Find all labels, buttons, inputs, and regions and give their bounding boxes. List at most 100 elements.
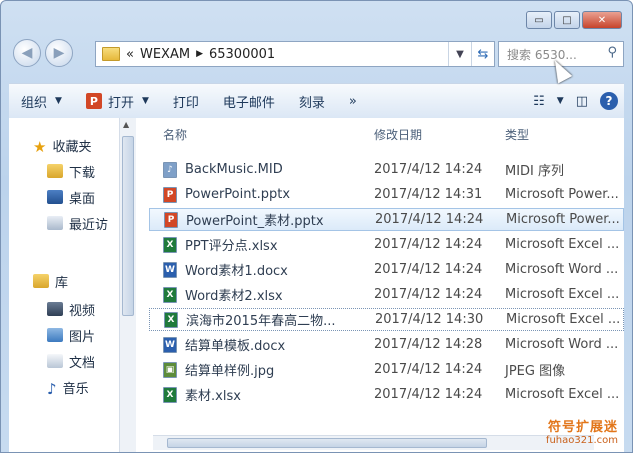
nav-item-library[interactable]: 库 [33,270,68,292]
search-placeholder: 搜索 6530... [507,48,577,62]
forward-button[interactable]: ▶ [45,39,73,67]
burn-button[interactable]: 刻录 [287,84,337,118]
scrollbar-thumb[interactable] [167,438,487,448]
file-name: 滨海市2015年春高二物... [186,314,336,329]
file-type: Microsoft Excel ... [505,237,620,252]
column-date[interactable]: 修改日期 [374,126,422,143]
nav-item-pictures[interactable]: 图片 [47,324,95,346]
file-date: 2017/4/12 14:24 [374,387,483,402]
file-name: PowerPoint.pptx [185,187,291,202]
open-menu[interactable]: P 打开 ▼ [74,84,161,118]
forward-arrow-icon: ▶ [53,45,65,61]
minimize-button[interactable]: ▭ [526,11,552,29]
file-list: 名称 修改日期 类型 ♪ BackMusic.MID 2017/4/12 14:24… [149,118,624,452]
file-row[interactable]: X 素材.xlsx 2017/4/12 14:24 Microsoft Excel .… [149,383,624,406]
help-icon[interactable]: ? [600,92,618,110]
navigation-scrollbar[interactable]: ▲ [119,118,136,452]
print-button[interactable]: 打印 [161,84,211,118]
file-name: Word素材1.docx [185,264,288,279]
file-date: 2017/4/12 14:24 [374,287,483,302]
nav-item-favorites[interactable]: ★ 收藏夹 [33,134,91,156]
file-row[interactable]: P PowerPoint_素材.pptx 2017/4/12 14:24 Micros… [149,208,624,231]
back-button[interactable]: ◀ [13,39,41,67]
breadcrumb-65300001[interactable]: 65300001 [209,47,275,62]
caption-buttons: ▭ □ ✕ [526,11,622,29]
file-row[interactable]: X 滨海市2015年春高二物... 2017/4/12 14:30 Microsoft… [149,308,624,331]
search-icon[interactable]: ⚲ [607,45,617,60]
nav-library-label: 库 [55,275,69,291]
file-type: Microsoft Excel ... [505,387,620,402]
nav-music-label: 音乐 [62,381,89,397]
horizontal-scrollbar[interactable] [153,435,594,450]
jpg-file-icon: ▣ [163,361,177,378]
nav-item-desktop[interactable]: 桌面 [47,186,95,208]
docx-file-icon: W [163,336,177,353]
file-name: 结算单模板.docx [185,339,286,354]
address-dropdown-button[interactable]: ▼ [448,42,471,66]
file-row[interactable]: ▣ 结算单样例.jpg 2017/4/12 14:24 JPEG 图像 [149,358,624,381]
file-type: Microsoft Power... [506,212,620,227]
column-name[interactable]: 名称 [163,126,187,143]
email-button[interactable]: 电子邮件 [211,84,287,118]
content-area: ★ 收藏夹 下载 桌面 最近访 库 视频 图片 文档 ♪ 音乐 ▲ 名称 修改日… [9,118,624,452]
nav-item-music[interactable]: ♪ 音乐 [47,376,89,398]
pptx-file-icon: P [163,186,177,203]
nav-item-recent[interactable]: 最近访 [47,212,108,234]
address-bar[interactable]: « WEXAM ▶ 65300001 ▼ ⇆ [95,41,495,67]
file-row[interactable]: W Word素材1.docx 2017/4/12 14:24 Microsoft Wo… [149,258,624,281]
file-type: MIDI 序列 [505,164,565,179]
organize-menu[interactable]: 组织 ▼ [9,84,74,118]
nav-item-downloads[interactable]: 下载 [47,160,95,182]
open-label: 打开 [107,95,134,111]
file-name: 素材.xlsx [185,389,241,404]
file-date: 2017/4/12 14:24 [375,212,484,227]
file-row[interactable]: W 结算单模板.docx 2017/4/12 14:28 Microsoft Word… [149,333,624,356]
watermark-title: 符号扩展迷 [547,420,618,435]
xlsx-file-icon: X [163,286,177,303]
file-type: JPEG 图像 [505,364,566,379]
navigation-pane: ★ 收藏夹 下载 桌面 最近访 库 视频 图片 文档 ♪ 音乐 [9,118,119,452]
maximize-button[interactable]: □ [554,11,580,29]
breadcrumb-separator-icon: ▶ [196,49,203,59]
close-button[interactable]: ✕ [582,11,622,29]
nav-item-videos[interactable]: 视频 [47,298,95,320]
file-row[interactable]: P PowerPoint.pptx 2017/4/12 14:31 Microsoft… [149,183,624,206]
file-date: 2017/4/12 14:24 [374,237,483,252]
file-row[interactable]: X Word素材2.xlsx 2017/4/12 14:24 Microsoft Ex… [149,283,624,306]
view-options-icon[interactable]: ☷ [533,94,545,109]
xlsx-file-icon: X [163,386,177,403]
file-name: Word素材2.xlsx [185,289,283,304]
command-bar: 组织 ▼ P 打开 ▼ 打印 电子邮件 刻录 » ☷ ▼ ◫ ? [9,83,624,119]
file-type: Microsoft Power... [505,187,619,202]
recent-places-icon [47,216,63,230]
nav-videos-label: 视频 [69,303,96,319]
back-arrow-icon: ◀ [21,45,33,61]
column-headers: 名称 修改日期 类型 [149,122,624,142]
scrollbar-thumb[interactable] [122,136,134,316]
file-name: PPT评分点.xlsx [185,239,278,254]
file-row[interactable]: ♪ BackMusic.MID 2017/4/12 14:24 MIDI 序列 [149,158,624,181]
file-name: PowerPoint_素材.pptx [186,214,324,229]
more-commands-button[interactable]: » [337,84,369,118]
nav-item-documents[interactable]: 文档 [47,350,95,372]
xlsx-file-icon: X [163,236,177,253]
downloads-icon [47,164,63,178]
print-label: 打印 [172,95,199,111]
refresh-button[interactable]: ⇆ [471,42,494,66]
preview-pane-icon[interactable]: ◫ [576,94,588,109]
explorer-window: ▭ □ ✕ ◀ ▶ « WEXAM ▶ 65300001 ▼ ⇆ 搜索 6530… [0,0,633,453]
nav-pictures-label: 图片 [69,329,96,345]
file-date: 2017/4/12 14:30 [375,312,484,327]
burn-label: 刻录 [298,95,325,111]
scroll-up-icon[interactable]: ▲ [123,120,129,129]
desktop-icon [47,190,63,204]
star-icon: ★ [33,138,47,156]
more-label: » [348,93,357,109]
address-overflow[interactable]: « [126,47,134,62]
file-type: Microsoft Word ... [505,262,619,277]
nav-documents-label: 文档 [69,355,96,371]
column-type[interactable]: 类型 [505,126,529,143]
chevron-down-icon[interactable]: ▼ [557,96,564,106]
file-row[interactable]: X PPT评分点.xlsx 2017/4/12 14:24 Microsoft Exc… [149,233,624,256]
breadcrumb-wexam[interactable]: WEXAM [140,47,190,62]
